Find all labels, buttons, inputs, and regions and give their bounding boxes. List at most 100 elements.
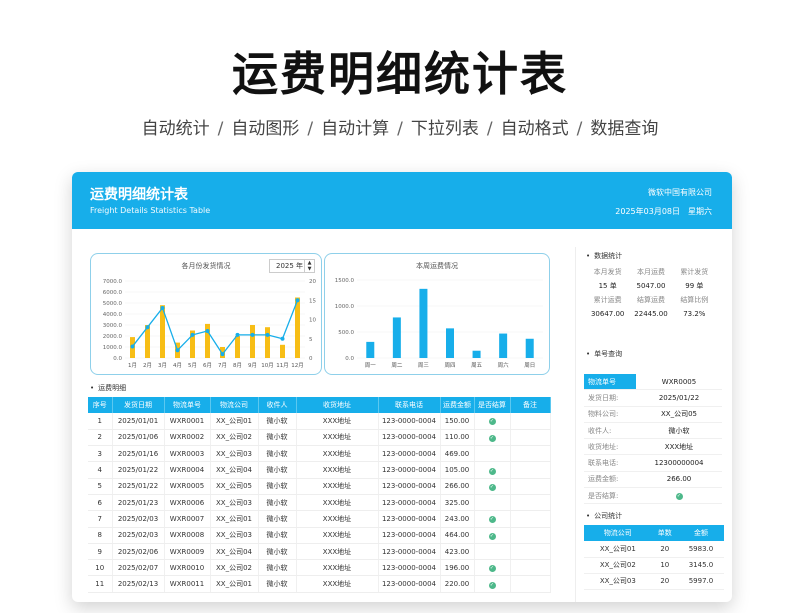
monthly-chart-svg: 7000.06000.05000.04000.03000.02000.01000… [103,279,317,369]
query-section-label: 单号查询 [586,349,622,359]
line-point [190,332,195,337]
table-cell: 微小软 [258,445,297,463]
company-name: 微软中国有限公司 [648,188,712,197]
table-cell: XXX地址 [296,478,379,495]
query-value: 266.00 [666,475,692,484]
y-tick-label: 2000.0 [103,334,123,340]
x-tick-label: 5月 [188,362,197,369]
table-cell: XX_公司03 [210,494,259,512]
x-tick-label: 周四 [444,362,455,369]
table-row: XX_公司02 10 3145.0 [584,557,724,574]
query-row: 运费金额: 266.00 [584,472,722,489]
table-row[interactable]: 11 2025/02/13 WXR0011 XX_公司01 微小软 XXX地址 123-00… [88,575,551,593]
monthly-chart: 各月份发货情况 2025 年 ▲ ▼ 7000.0 6000.0 5000.0 4000.… [90,253,322,375]
y-tick-label: 7000.0 [103,279,123,285]
table-cell: 150.00 [440,413,475,430]
x-tick-label: 4月 [173,362,182,369]
query-value: ✓ [636,491,722,501]
line-point [220,352,225,357]
table-row[interactable]: 3 2025/01/16 WXR0003 XX_公司03 微小软 XXX地址 123-000… [88,445,551,463]
column-header: 收件人 [258,397,297,413]
table-cell: WXR0008 [164,527,211,544]
table-cell: 微小软 [258,543,297,561]
table-row[interactable]: 5 2025/01/22 WXR0005 XX_公司05 微小软 XXX地址 123-000… [88,478,551,495]
settled-cell [474,445,511,463]
weekday-text: 星期六 [688,207,712,216]
column-header: 物流单号 [164,397,211,413]
table-cell: 464.00 [440,527,475,544]
table-cell: XXX地址 [296,527,379,544]
settled-cell: ✓ [474,575,511,593]
company-header-row: 物流公司 单数 金额 [584,525,724,541]
remark-cell [510,575,551,593]
x-tick-label: 10月 [261,362,274,369]
line-point [160,305,165,310]
bar [366,341,375,358]
table-cell: XXX地址 [296,559,379,577]
page-title: 运费明细统计表 [232,47,568,101]
x-tick-label: 7月 [218,362,227,369]
query-key: 运费金额: [588,475,619,484]
table-row[interactable]: 2 2025/01/06 WXR0002 XX_公司02 微小软 XXX地址 123-000… [88,429,551,447]
y-tick-label: 5000.0 [103,301,123,307]
table-cell: WXR0005 [164,478,211,495]
x-tick-label: 2月 [143,362,152,369]
table-row[interactable]: 10 2025/02/07 WXR0010 XX_公司02 微小软 XXX地址 123-00… [88,559,551,577]
table-cell: 微小软 [258,559,297,577]
remark-cell [510,413,551,430]
table-cell: 微小软 [258,510,297,528]
y-tick-label: 4000.0 [103,312,123,318]
table-cell: 5 [88,478,113,495]
table-cell: XX_公司02 [210,559,259,577]
table-row[interactable]: 8 2025/02/03 WXR0008 XX_公司03 微小软 XXX地址 123-000… [88,527,551,544]
table-cell: 2025/01/06 [112,429,165,447]
table-cell: 123-0000-0004 [378,543,441,561]
table-cell: 2025/01/01 [112,413,165,430]
settled-cell [474,543,511,561]
y-tick-label: 1000.0 [103,345,123,351]
y2-tick-label: 10 [309,318,316,324]
company-table: 物流公司 单数 金额 XX_公司01 20 5983.0 XX_公司02 10 3145.0 X… [584,525,724,590]
query-row: 是否结算: ✓ [584,488,722,505]
table-cell: 微小软 [258,575,297,593]
table-row[interactable]: 9 2025/02/06 WXR0009 XX_公司04 微小软 XXX地址 123-000… [88,543,551,561]
table-cell: WXR0007 [164,510,211,528]
feature-separator: / [307,119,314,139]
table-row[interactable]: 1 2025/01/01 WXR0001 XX_公司01 微小软 XXX地址 123-000… [88,413,551,430]
query-value: XXX地址 [664,442,694,451]
table-cell: 微小软 [258,413,297,430]
settled-cell: ✓ [474,527,511,544]
remark-cell [510,494,551,512]
table-cell: 2025/01/16 [112,445,165,463]
feature-item: 下拉列表 [410,119,479,139]
settled-cell: ✓ [474,429,511,447]
weekly-chart: 本周运费情况 1500.0 1000.0 500.0 0.0 周一 周二 周三 周四 周五 周六周… [324,253,550,375]
stat-label: 累计运费 [593,296,622,304]
table-cell: 2025/02/06 [112,543,165,561]
query-row: 收件人: 微小软 [584,423,722,440]
query-row: 物料公司: XX_公司05 [584,407,722,423]
bar [265,327,270,358]
table-row[interactable]: 4 2025/01/22 WXR0004 XX_公司04 微小软 XXX地址 123-000… [88,461,551,479]
remark-cell [510,559,551,577]
table-row[interactable]: 6 2025/01/23 WXR0006 XX_公司03 微小软 XXX地址 123-000… [88,494,551,512]
y2-tick-label: 20 [309,279,316,285]
table-cell: 2025/02/03 [112,510,165,528]
feature-separator: / [486,119,493,139]
table-row[interactable]: 7 2025/02/03 WXR0007 XX_公司01 微小软 XXX地址 123-000… [88,510,551,528]
table-cell: 266.00 [440,478,475,495]
x-tick-label: 11月 [276,362,289,369]
table-cell: 123-0000-0004 [378,413,441,430]
remark-cell [510,478,551,495]
feature-item: 自动计算 [321,119,390,139]
table-cell: 123-0000-0004 [378,494,441,512]
stat-label: 本月发货 [593,268,622,276]
feature-separator: / [576,119,583,139]
query-input[interactable]: WXR0005 [636,378,722,386]
table-row: XX_公司01 20 5983.0 [584,541,724,558]
y-tick-label: 500.0 [338,330,354,336]
check-icon: ✓ [488,565,496,573]
table-cell: 469.00 [440,445,475,463]
feature-separator: / [397,119,403,139]
x-tick-label: 1月 [128,362,137,369]
